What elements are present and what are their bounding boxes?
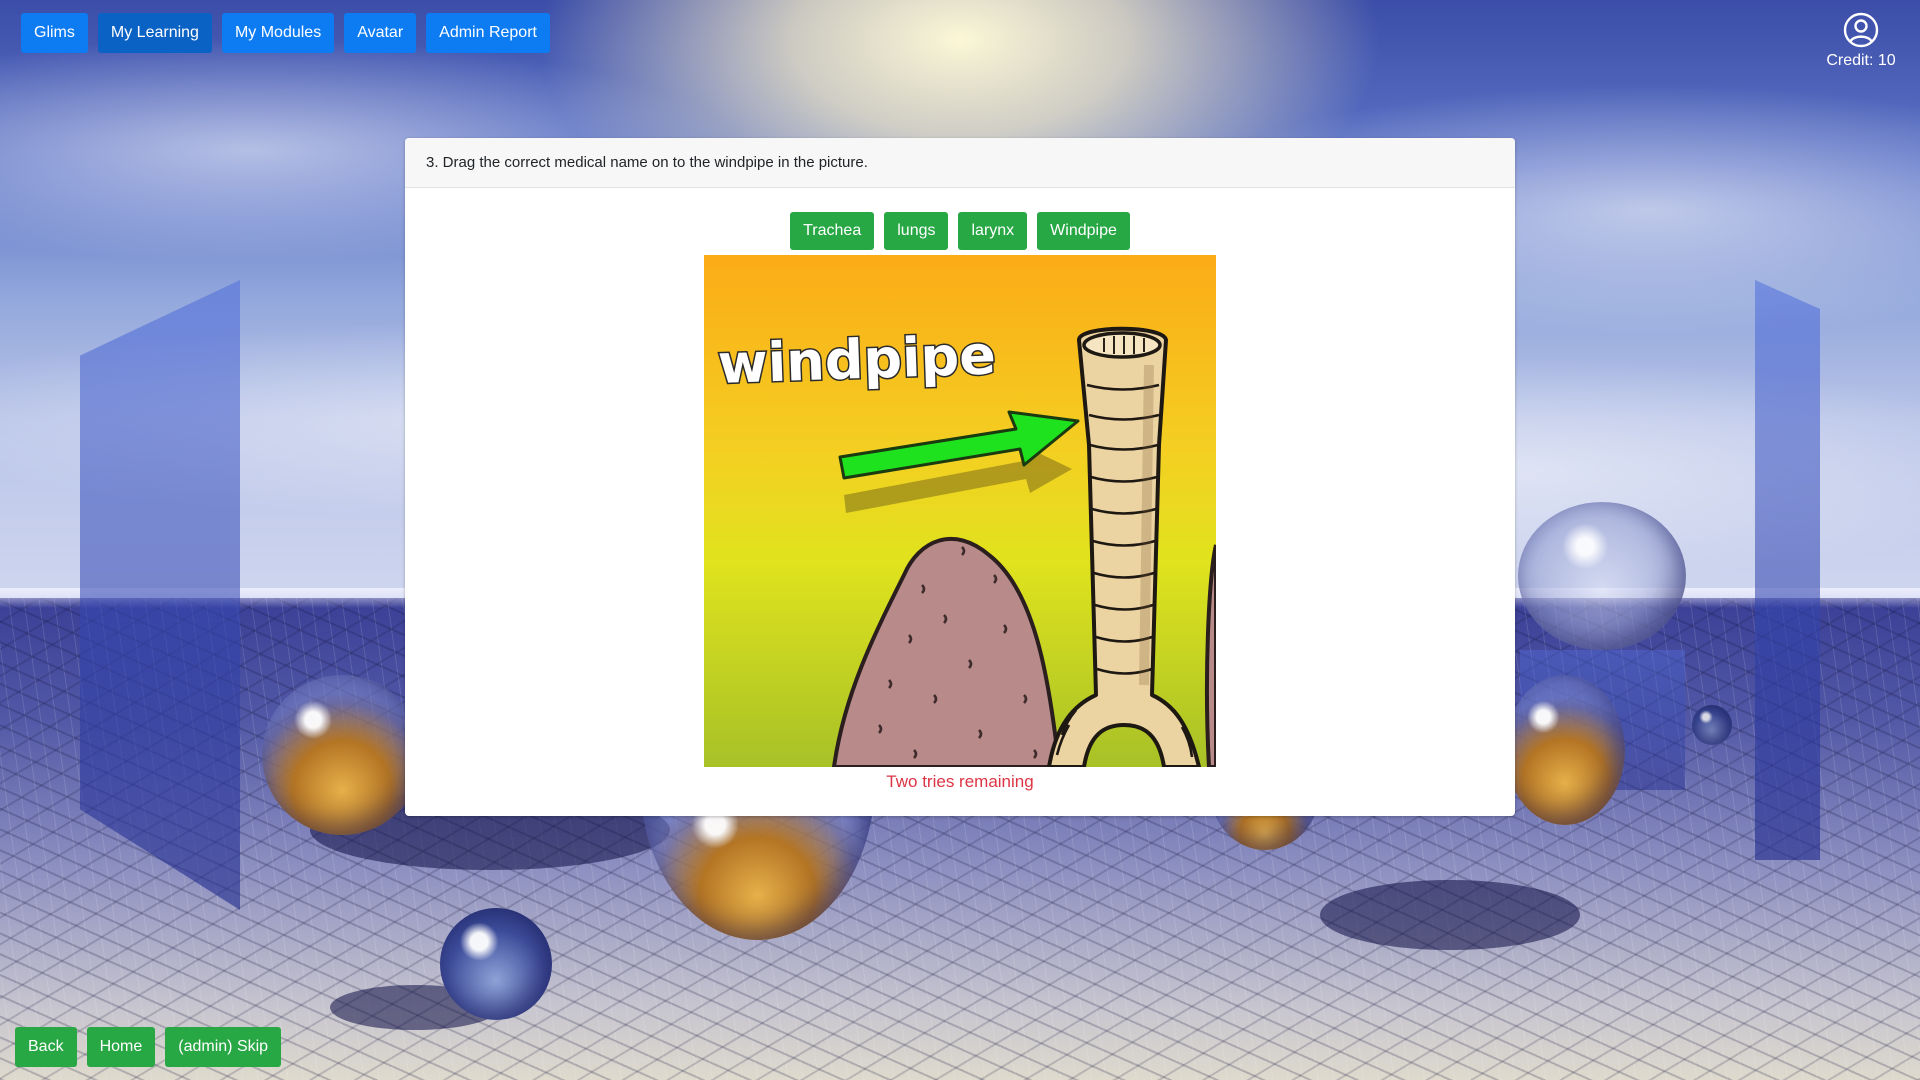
nav-avatar-button[interactable]: Avatar (344, 13, 417, 53)
silver-sphere (440, 908, 552, 1020)
option-trachea[interactable]: Trachea (790, 212, 875, 250)
image-caption: windpipe (717, 323, 997, 396)
nav-admin-report-button[interactable]: Admin Report (426, 13, 550, 53)
trachea-tube (1047, 326, 1201, 767)
back-button[interactable]: Back (15, 1027, 77, 1067)
option-windpipe[interactable]: Windpipe (1037, 212, 1130, 250)
sphere-shadow (1320, 880, 1580, 950)
nav-glims-button[interactable]: Glims (21, 13, 88, 53)
admin-skip-button[interactable]: (admin) Skip (165, 1027, 282, 1067)
glass-panel-right (1755, 280, 1820, 860)
nav-my-learning-button[interactable]: My Learning (97, 13, 212, 53)
top-navigation: Glims My Learning My Modules Avatar Admi… (21, 13, 550, 53)
credit-balance: Credit: 10 (1826, 52, 1896, 69)
bottom-navigation: Back Home (admin) Skip (15, 1027, 282, 1067)
answer-options: Trachea lungs larynx Windpipe (405, 212, 1515, 250)
glass-panel-left (80, 280, 240, 910)
option-lungs[interactable]: lungs (884, 212, 949, 250)
question-card: 3. Drag the correct medical name on to t… (405, 138, 1515, 816)
user-circle-icon[interactable] (1843, 12, 1879, 48)
home-button[interactable]: Home (86, 1027, 156, 1067)
glass-sphere (262, 675, 422, 835)
option-larynx[interactable]: larynx (958, 212, 1028, 250)
silver-sphere (1692, 705, 1732, 745)
tries-remaining-status: Two tries remaining (886, 772, 1034, 791)
glass-sphere (1505, 675, 1625, 825)
lung-lobe (831, 537, 1062, 767)
question-text: 3. Drag the correct medical name on to t… (405, 138, 1515, 188)
windpipe-drop-target-image[interactable]: windpipe (704, 255, 1216, 767)
nav-my-modules-button[interactable]: My Modules (221, 13, 335, 53)
clear-sphere (1518, 502, 1686, 650)
account-area: Credit: 10 (1816, 12, 1906, 70)
